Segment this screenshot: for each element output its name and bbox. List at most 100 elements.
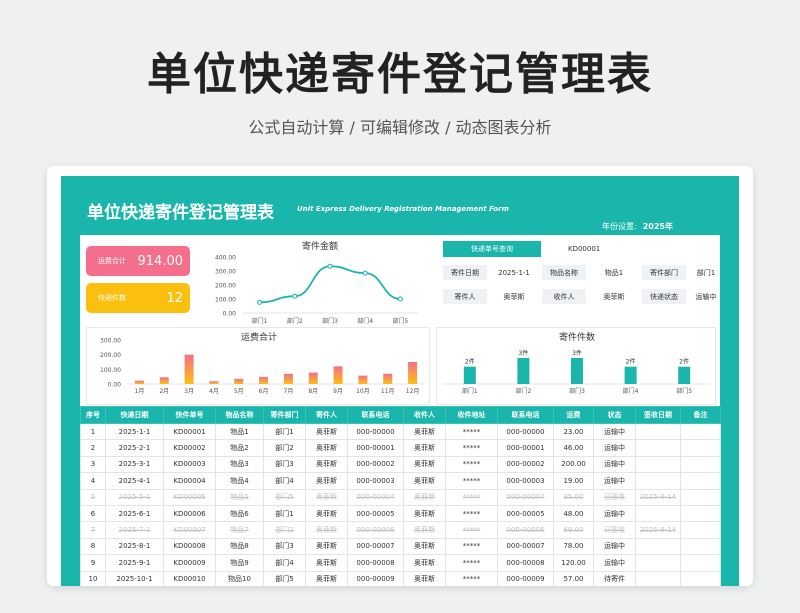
table-cell[interactable]	[635, 455, 681, 474]
table-cell[interactable]: 2025-2-1	[105, 439, 164, 457]
table-cell[interactable]: 奥菲斯	[403, 554, 446, 572]
table-cell[interactable]: 8	[80, 537, 106, 556]
table-cell[interactable]: *****	[445, 554, 498, 572]
table-cell[interactable]: 物品1	[215, 422, 264, 441]
table-cell[interactable]: 2025-10-1	[105, 570, 164, 586]
table-cell[interactable]: 奥菲斯	[305, 504, 348, 523]
table-cell[interactable]: 2025-4-1	[105, 472, 164, 490]
table-cell[interactable]: KD00007	[163, 521, 216, 539]
table-cell[interactable]: 2	[80, 439, 106, 457]
table-cell[interactable]: 57.00	[553, 570, 594, 586]
table-cell[interactable]: *****	[445, 537, 498, 556]
table-cell[interactable]: 部门4	[263, 554, 306, 572]
table-cell[interactable]: *****	[445, 472, 498, 490]
table-cell[interactable]	[680, 488, 721, 506]
table-cell[interactable]: 000-00006	[497, 521, 554, 539]
table-cell[interactable]: 奥菲斯	[403, 537, 446, 556]
table-cell[interactable]: 2025-9-1	[105, 554, 164, 572]
table-cell[interactable]: 已签收	[593, 521, 636, 539]
table-cell[interactable]	[635, 570, 681, 586]
table-cell[interactable]: 1	[80, 422, 106, 441]
table-cell[interactable]: 200.00	[553, 455, 594, 474]
table-cell[interactable]: KD00005	[163, 488, 216, 506]
table-cell[interactable]: 19.00	[553, 472, 594, 490]
table-cell[interactable]: 部门5	[263, 488, 306, 506]
table-cell[interactable]: 奥菲斯	[403, 439, 446, 457]
table-cell[interactable]: 78.00	[553, 537, 594, 556]
table-cell[interactable]: 000-00009	[497, 570, 554, 586]
table-cell[interactable]	[635, 554, 681, 572]
table-cell[interactable]: *****	[445, 455, 498, 474]
table-cell[interactable]: 000-00004	[347, 488, 404, 506]
table-cell[interactable]: KD00003	[163, 455, 216, 474]
table-cell[interactable]: KD00006	[163, 504, 216, 523]
table-cell[interactable]: 物品4	[215, 472, 264, 490]
table-cell[interactable]: 运输中	[593, 439, 636, 457]
table-cell[interactable]	[635, 472, 681, 490]
year-value[interactable]: 2025年	[643, 222, 673, 231]
table-cell[interactable]: *****	[445, 521, 498, 539]
table-cell[interactable]: 120.00	[553, 554, 594, 572]
table-cell[interactable]: 奥菲斯	[403, 455, 446, 474]
table-cell[interactable]: 奥菲斯	[305, 570, 348, 586]
table-cell[interactable]: 奥菲斯	[403, 422, 446, 441]
table-cell[interactable]	[680, 537, 721, 556]
table-cell[interactable]: KD00009	[163, 554, 216, 572]
table-cell[interactable]: *****	[445, 504, 498, 523]
table-cell[interactable]	[680, 439, 721, 457]
table-cell[interactable]: 待寄件	[593, 570, 636, 586]
table-cell[interactable]: 2025-7-1	[105, 521, 164, 539]
table-cell[interactable]: 3	[80, 455, 106, 474]
table-cell[interactable]: 2025-6-1	[105, 504, 164, 523]
table-cell[interactable]: 2025-5-1	[105, 488, 164, 506]
table-cell[interactable]: 物品10	[215, 570, 264, 586]
table-cell[interactable]	[680, 570, 721, 586]
table-cell[interactable]: 000-00005	[347, 504, 404, 523]
table-cell[interactable]: *****	[445, 488, 498, 506]
table-cell[interactable]: 6	[80, 504, 106, 523]
table-cell[interactable]: 2025-1-1	[105, 422, 164, 441]
table-cell[interactable]: 2025-8-1	[105, 537, 164, 556]
table-cell[interactable]: 4	[80, 472, 106, 490]
table-cell[interactable]: KD00004	[163, 472, 216, 490]
table-cell[interactable]: 奥菲斯	[305, 554, 348, 572]
table-cell[interactable]: 000-00002	[497, 455, 554, 474]
table-cell[interactable]: 奥菲斯	[305, 422, 348, 441]
table-cell[interactable]: 000-00008	[497, 554, 554, 572]
table-cell[interactable]: 7	[80, 521, 106, 539]
table-cell[interactable]: 9	[80, 554, 106, 572]
table-cell[interactable]	[635, 504, 681, 523]
table-cell[interactable]	[680, 455, 721, 474]
table-cell[interactable]	[680, 504, 721, 523]
table-cell[interactable]: 部门1	[263, 504, 306, 523]
table-cell[interactable]: 000-00000	[497, 422, 554, 441]
table-cell[interactable]: 运输中	[593, 455, 636, 474]
table-cell[interactable]: 运输中	[593, 472, 636, 490]
table-cell[interactable]: 奥菲斯	[305, 537, 348, 556]
table-cell[interactable]: 奥菲斯	[305, 455, 348, 474]
table-cell[interactable]: 部门3	[263, 537, 306, 556]
table-cell[interactable]	[680, 422, 721, 441]
table-cell[interactable]: KD00008	[163, 537, 216, 556]
table-cell[interactable]	[635, 439, 681, 457]
table-cell[interactable]: 000-00005	[497, 504, 554, 523]
table-cell[interactable]: 奥菲斯	[305, 521, 348, 539]
table-cell[interactable]: 000-00003	[497, 472, 554, 490]
table-cell[interactable]: KD00002	[163, 439, 216, 457]
table-cell[interactable]: 000-00008	[347, 554, 404, 572]
table-cell[interactable]: 69.00	[553, 521, 594, 539]
table-cell[interactable]: 000-00002	[347, 455, 404, 474]
table-cell[interactable]: 物品9	[215, 554, 264, 572]
table-cell[interactable]: 000-00003	[347, 472, 404, 490]
table-cell[interactable]: 000-00007	[497, 537, 554, 556]
table-cell[interactable]: 23.00	[553, 422, 594, 441]
table-cell[interactable]: *****	[445, 422, 498, 441]
table-cell[interactable]: 奥菲斯	[305, 439, 348, 457]
table-cell[interactable]: 2025-3-1	[105, 455, 164, 474]
table-cell[interactable]: 物品7	[215, 521, 264, 539]
table-cell[interactable]: 物品3	[215, 455, 264, 474]
table-cell[interactable]: 奥菲斯	[403, 472, 446, 490]
table-cell[interactable]	[680, 554, 721, 572]
table-cell[interactable]: KD00001	[163, 422, 216, 441]
table-cell[interactable]: 部门5	[263, 570, 306, 586]
